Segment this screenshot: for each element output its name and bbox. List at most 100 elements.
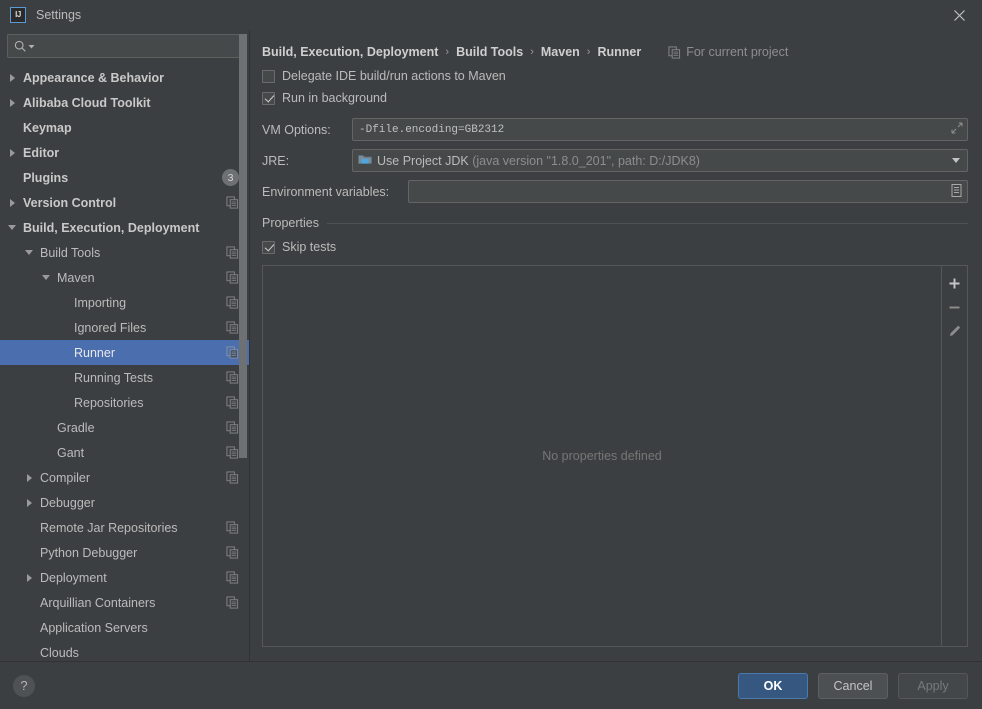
breadcrumb-separator: ›	[530, 46, 534, 58]
sidebar-item-label: Plugins	[23, 170, 69, 185]
sidebar-scrollbar-thumb[interactable]	[239, 34, 247, 458]
sidebar-item-label: Compiler	[40, 470, 91, 485]
sidebar-item-appearance-behavior[interactable]: Appearance & Behavior	[0, 65, 249, 90]
chevron-right-icon[interactable]	[8, 197, 19, 208]
vm-options-field[interactable]: -Dfile.encoding=GB2312	[352, 118, 968, 141]
chevron-down-icon[interactable]	[947, 158, 965, 163]
sidebar-item-label: Maven	[57, 270, 95, 285]
checkbox-row-run-background[interactable]: Run in background	[262, 88, 968, 108]
sidebar-item-gradle[interactable]: Gradle	[0, 415, 249, 440]
jre-row: JRE: Use Project JDK (java version "1.8.…	[262, 149, 968, 172]
minus-icon	[949, 306, 960, 308]
chevron-right-icon[interactable]	[25, 472, 36, 483]
chevron-right-icon[interactable]	[8, 72, 19, 83]
sidebar-item-python-debugger[interactable]: Python Debugger	[0, 540, 249, 565]
chevron-down-icon[interactable]	[8, 222, 19, 233]
breadcrumb-separator: ›	[445, 46, 450, 58]
list-edit-icon[interactable]	[949, 183, 964, 201]
breadcrumb-item-2[interactable]: Maven	[541, 45, 580, 59]
sidebar-item-debugger[interactable]: Debugger	[0, 490, 249, 515]
sidebar-item-application-servers[interactable]: Application Servers	[0, 615, 249, 640]
chevron-right-icon[interactable]	[8, 97, 19, 108]
ok-button[interactable]: OK	[738, 672, 808, 699]
chevron-down-icon[interactable]	[42, 272, 53, 283]
sidebar-item-maven[interactable]: Maven	[0, 265, 249, 290]
breadcrumb-item-3: Runner	[597, 45, 642, 59]
sidebar-item-arquillian-containers[interactable]: Arquillian Containers	[0, 590, 249, 615]
search-icon	[14, 40, 26, 52]
properties-table[interactable]: No properties defined	[262, 265, 942, 647]
sidebar-item-editor[interactable]: Editor	[0, 140, 249, 165]
pencil-icon	[949, 325, 960, 336]
skip-tests-label: Skip tests	[282, 240, 337, 254]
sidebar-item-gant[interactable]: Gant	[0, 440, 249, 465]
chevron-right-icon[interactable]	[25, 572, 36, 583]
breadcrumb-item-0[interactable]: Build, Execution, Deployment	[262, 45, 438, 59]
sidebar-item-label: Alibaba Cloud Toolkit	[23, 95, 151, 110]
search-input[interactable]	[39, 39, 235, 53]
dialog-footer: ? OK Cancel Apply	[0, 661, 982, 709]
sidebar-item-ignored-files[interactable]: Ignored Files	[0, 315, 249, 340]
apply-button[interactable]: Apply	[898, 672, 968, 699]
vm-options-row: VM Options: -Dfile.encoding=GB2312	[262, 118, 968, 141]
sidebar-item-running-tests[interactable]: Running Tests	[0, 365, 249, 390]
sidebar-item-compiler[interactable]: Compiler	[0, 465, 249, 490]
env-vars-field[interactable]	[408, 180, 968, 203]
settings-dialog: IJ Settings Appearance & Behavior Alibab…	[0, 0, 982, 709]
run-in-background-checkbox[interactable]	[262, 91, 275, 105]
help-button[interactable]: ?	[13, 674, 35, 697]
chevron-right-icon[interactable]	[25, 497, 36, 508]
skip-tests-checkbox[interactable]	[262, 240, 275, 254]
sidebar-item-label: Deployment	[40, 570, 107, 585]
properties-area: No properties defined	[262, 265, 968, 647]
sidebar-item-label: Clouds	[40, 645, 79, 660]
window-title: Settings	[36, 8, 82, 22]
edit-property-button[interactable]	[943, 319, 967, 343]
add-property-button[interactable]	[943, 271, 967, 295]
delegate-to-maven-checkbox[interactable]	[262, 69, 275, 83]
remove-property-button[interactable]	[943, 295, 967, 319]
jdk-folder-icon	[358, 153, 372, 169]
checkbox-row-skip-tests[interactable]: Skip tests	[262, 237, 968, 257]
sidebar-item-clouds[interactable]: Clouds	[0, 640, 249, 661]
sidebar-item-label: Python Debugger	[40, 545, 138, 560]
section-divider	[326, 222, 968, 224]
properties-title: Properties	[262, 216, 319, 230]
search-box[interactable]	[7, 34, 242, 58]
sidebar-item-alibaba-cloud-toolkit[interactable]: Alibaba Cloud Toolkit	[0, 90, 249, 115]
copy-icon	[668, 45, 681, 59]
sidebar-item-importing[interactable]: Importing	[0, 290, 249, 315]
sidebar-item-remote-jar-repositories[interactable]: Remote Jar Repositories	[0, 515, 249, 540]
sidebar-item-label: Running Tests	[74, 370, 153, 385]
plus-icon	[949, 278, 960, 288]
sidebar-item-version-control[interactable]: Version Control	[0, 190, 249, 215]
chevron-right-icon[interactable]	[8, 147, 19, 158]
expand-icon[interactable]	[951, 122, 963, 137]
chevron-down-icon[interactable]	[25, 247, 36, 258]
sidebar-item-label: Keymap	[23, 120, 72, 135]
sidebar-scrollbar-track[interactable]	[237, 30, 248, 661]
settings-tree[interactable]: Appearance & Behavior Alibaba Cloud Toolk…	[0, 64, 249, 661]
cancel-button[interactable]: Cancel	[818, 672, 888, 699]
sidebar-item-deployment[interactable]: Deployment	[0, 565, 249, 590]
sidebar-item-keymap[interactable]: Keymap	[0, 115, 249, 140]
properties-section-header: Properties	[262, 216, 968, 230]
jre-combobox[interactable]: Use Project JDK (java version "1.8.0_201…	[352, 149, 968, 172]
sidebar-item-plugins[interactable]: Plugins 3	[0, 165, 249, 190]
sidebar-item-repositories[interactable]: Repositories	[0, 390, 249, 415]
sidebar-item-build-tools[interactable]: Build Tools	[0, 240, 249, 265]
breadcrumb-item-1[interactable]: Build Tools	[456, 45, 523, 59]
checkbox-row-delegate[interactable]: Delegate IDE build/run actions to Maven	[262, 66, 968, 86]
vm-options-label: VM Options:	[262, 122, 331, 137]
sidebar-item-build-execution-deployment[interactable]: Build, Execution, Deployment	[0, 215, 249, 240]
close-icon[interactable]	[936, 0, 982, 30]
vm-options-value: -Dfile.encoding=GB2312	[359, 123, 505, 136]
sidebar-item-runner[interactable]: Runner	[0, 340, 249, 365]
breadcrumb: Build, Execution, Deployment › Build Tools…	[262, 30, 968, 66]
